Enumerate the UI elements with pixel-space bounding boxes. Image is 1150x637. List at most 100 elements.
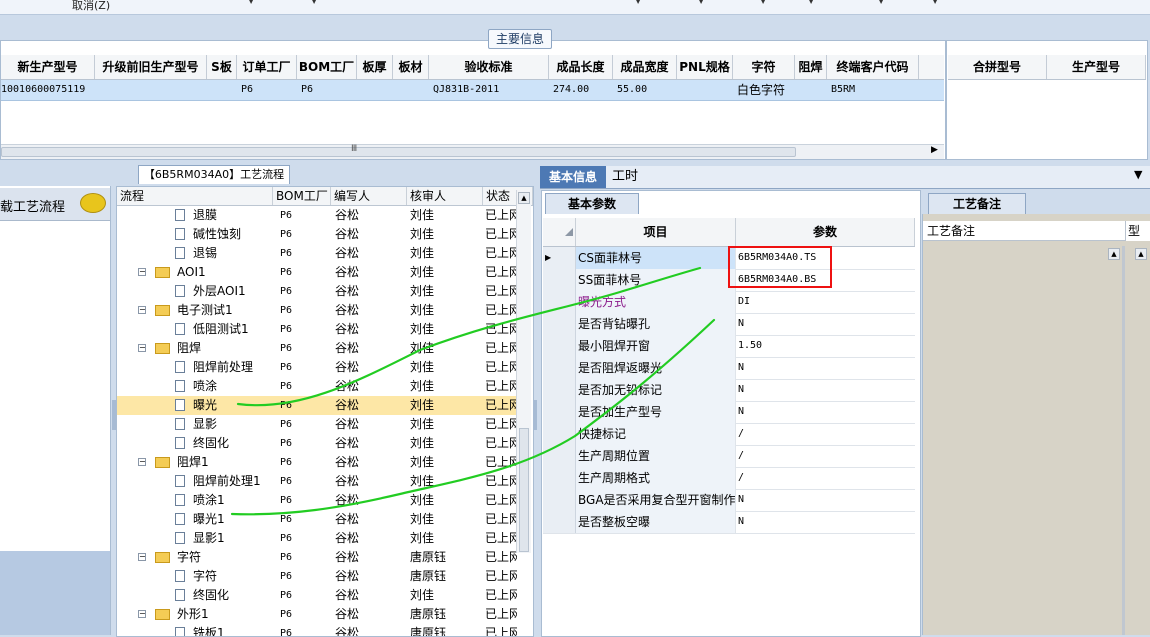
row-marker[interactable] bbox=[543, 445, 576, 467]
param-row[interactable]: 曝光方式 DI bbox=[543, 291, 915, 314]
row-marker[interactable] bbox=[543, 401, 576, 423]
col-header-param[interactable]: 参数 bbox=[736, 218, 915, 246]
dropdown-arrow-icon[interactable]: ▼ bbox=[311, 0, 317, 5]
row-marker[interactable] bbox=[543, 379, 576, 401]
tree-col-header[interactable]: 核审人 bbox=[407, 187, 483, 205]
collapse-icon[interactable]: − bbox=[138, 268, 146, 276]
dropdown-arrow-icon[interactable]: ▼ bbox=[248, 0, 254, 5]
col-header-item[interactable]: 项目 bbox=[576, 218, 736, 246]
tree-row[interactable]: 碱性蚀刻 P6 谷松 刘佳 已上网 bbox=[117, 225, 519, 244]
param-row[interactable]: 是否阻焊返曝光 N bbox=[543, 357, 915, 380]
tab-dropdown-icon[interactable]: ▼ bbox=[1134, 168, 1142, 181]
param-row[interactable]: 最小阻焊开窗 1.50 bbox=[543, 335, 915, 358]
tree-row[interactable]: − 字符 P6 谷松 唐原钰 已上网 bbox=[117, 548, 519, 567]
param-row[interactable]: 是否背钻曝孔 N bbox=[543, 313, 915, 336]
row-marker[interactable]: ▶ bbox=[543, 247, 576, 269]
param-value[interactable]: DI bbox=[736, 291, 914, 313]
scroll-right-icon[interactable]: ▶ bbox=[931, 145, 938, 155]
tree-row[interactable]: 喷涂 P6 谷松 刘佳 已上网 bbox=[117, 377, 519, 396]
dropdown-arrow-icon[interactable]: ▼ bbox=[808, 0, 814, 5]
tree-row[interactable]: 退膜 P6 谷松 刘佳 已上网 bbox=[117, 206, 519, 225]
param-value[interactable]: / bbox=[736, 423, 914, 445]
main-col-header[interactable]: 终端客户代码 bbox=[827, 55, 919, 79]
param-value[interactable]: / bbox=[736, 467, 914, 489]
param-row[interactable]: BGA是否采用复合型开窗制作 N bbox=[543, 489, 915, 512]
row-marker[interactable] bbox=[543, 489, 576, 511]
tree-row[interactable]: 曝光1 P6 谷松 刘佳 已上网 bbox=[117, 510, 519, 529]
tree-row[interactable]: 喷涂1 P6 谷松 刘佳 已上网 bbox=[117, 491, 519, 510]
param-row[interactable]: 生产周期位置 / bbox=[543, 445, 915, 468]
main-col-header[interactable]: 验收标准 bbox=[429, 55, 549, 79]
param-row[interactable]: 生产周期格式 / bbox=[543, 467, 915, 490]
dropdown-arrow-icon[interactable]: ▼ bbox=[932, 0, 938, 5]
row-marker[interactable] bbox=[543, 291, 576, 313]
dropdown-arrow-icon[interactable]: ▼ bbox=[635, 0, 641, 5]
side-col-header[interactable]: 生产型号 bbox=[1047, 55, 1146, 79]
tab-work-hours[interactable]: 工时 bbox=[612, 166, 638, 188]
main-col-header[interactable]: 成品长度 bbox=[549, 55, 613, 79]
param-value[interactable]: N bbox=[736, 379, 914, 401]
row-marker[interactable] bbox=[543, 357, 576, 379]
scroll-up-icon[interactable]: ▲ bbox=[1135, 248, 1147, 260]
tree-col-header[interactable]: 流程 bbox=[117, 187, 273, 205]
tree-row[interactable]: 终固化 P6 谷松 刘佳 已上网 bbox=[117, 586, 519, 605]
param-row[interactable]: 是否整板空曝 N bbox=[543, 511, 915, 534]
collapse-icon[interactable]: − bbox=[138, 553, 146, 561]
tree-row[interactable]: 阻焊前处理1 P6 谷松 刘佳 已上网 bbox=[117, 472, 519, 491]
param-row[interactable]: 是否加生产型号 N bbox=[543, 401, 915, 424]
row-marker[interactable] bbox=[543, 423, 576, 445]
scroll-up-icon[interactable]: ▲ bbox=[1108, 248, 1120, 260]
tree-row[interactable]: 曝光 P6 谷松 刘佳 已上网 bbox=[117, 396, 519, 415]
side-col-header[interactable]: 合拼型号 bbox=[948, 55, 1047, 79]
scroll-grip[interactable]: Ⅲ bbox=[351, 144, 357, 154]
row-marker[interactable] bbox=[543, 335, 576, 357]
tree-row[interactable]: 字符 P6 谷松 唐原钰 已上网 bbox=[117, 567, 519, 586]
tree-col-header[interactable]: 编写人 bbox=[331, 187, 407, 205]
tree-col-header[interactable]: BOM工厂 bbox=[273, 187, 331, 205]
dropdown-arrow-icon[interactable]: ▼ bbox=[878, 0, 884, 5]
param-row[interactable]: 快捷标记 / bbox=[543, 423, 915, 446]
row-marker[interactable] bbox=[543, 269, 576, 291]
cancel-menu[interactable]: 取消(Z) bbox=[72, 0, 110, 13]
tree-row[interactable]: − 阻焊 P6 谷松 刘佳 已上网 bbox=[117, 339, 519, 358]
dropdown-arrow-icon[interactable]: ▼ bbox=[760, 0, 766, 5]
param-value[interactable]: N bbox=[736, 401, 914, 423]
tree-row[interactable]: 终固化 P6 谷松 刘佳 已上网 bbox=[117, 434, 519, 453]
param-value[interactable]: N bbox=[736, 357, 914, 379]
horizontal-scrollbar[interactable]: Ⅲ ▶ bbox=[1, 144, 944, 159]
process-tree-tab[interactable]: 【6B5RM034A0】工艺流程 bbox=[138, 165, 290, 184]
main-col-header[interactable]: PNL规格 bbox=[677, 55, 733, 79]
tree-row[interactable]: 显影 P6 谷松 刘佳 已上网 bbox=[117, 415, 519, 434]
main-col-header[interactable]: 字符 bbox=[733, 55, 795, 79]
param-value[interactable]: N bbox=[736, 313, 914, 335]
dropdown-arrow-icon[interactable]: ▼ bbox=[698, 0, 704, 5]
tab-basic-params[interactable]: 基本参数 bbox=[545, 193, 639, 214]
tree-row[interactable]: − 电子测试1 P6 谷松 刘佳 已上网 bbox=[117, 301, 519, 320]
collapse-icon[interactable]: − bbox=[138, 344, 146, 352]
param-value[interactable]: N bbox=[736, 511, 914, 533]
param-value[interactable]: N bbox=[736, 489, 914, 511]
tree-row[interactable]: − AOI1 P6 谷松 刘佳 已上网 bbox=[117, 263, 519, 282]
tree-row[interactable]: − 阻焊1 P6 谷松 刘佳 已上网 bbox=[117, 453, 519, 472]
tab-process-notes[interactable]: 工艺备注 bbox=[928, 193, 1026, 214]
tree-row[interactable]: 阻焊前处理 P6 谷松 刘佳 已上网 bbox=[117, 358, 519, 377]
splitter-handle[interactable] bbox=[533, 400, 537, 430]
main-col-header[interactable]: 成品宽度 bbox=[613, 55, 677, 79]
scroll-thumb[interactable] bbox=[519, 428, 529, 552]
row-marker[interactable] bbox=[543, 467, 576, 489]
tree-row[interactable]: 退锡 P6 谷松 刘佳 已上网 bbox=[117, 244, 519, 263]
row-marker[interactable] bbox=[543, 511, 576, 533]
main-col-header[interactable]: 订单工厂 bbox=[237, 55, 297, 79]
main-col-header[interactable]: 板厚 bbox=[357, 55, 393, 79]
param-value[interactable]: / bbox=[736, 445, 914, 467]
tab-basic-info[interactable]: 基本信息 bbox=[540, 166, 606, 188]
main-col-header[interactable]: S板 bbox=[207, 55, 237, 79]
scroll-up-icon[interactable]: ▲ bbox=[518, 192, 530, 204]
param-row[interactable]: 是否加无铅标记 N bbox=[543, 379, 915, 402]
main-col-header[interactable]: 升级前旧生产型号 bbox=[95, 55, 207, 79]
param-value[interactable]: 1.50 bbox=[736, 335, 914, 357]
vertical-scrollbar[interactable]: ▲ bbox=[516, 190, 531, 553]
main-col-header[interactable]: 板材 bbox=[393, 55, 429, 79]
chat-bubble-icon[interactable] bbox=[80, 193, 106, 213]
row-marker[interactable] bbox=[543, 313, 576, 335]
